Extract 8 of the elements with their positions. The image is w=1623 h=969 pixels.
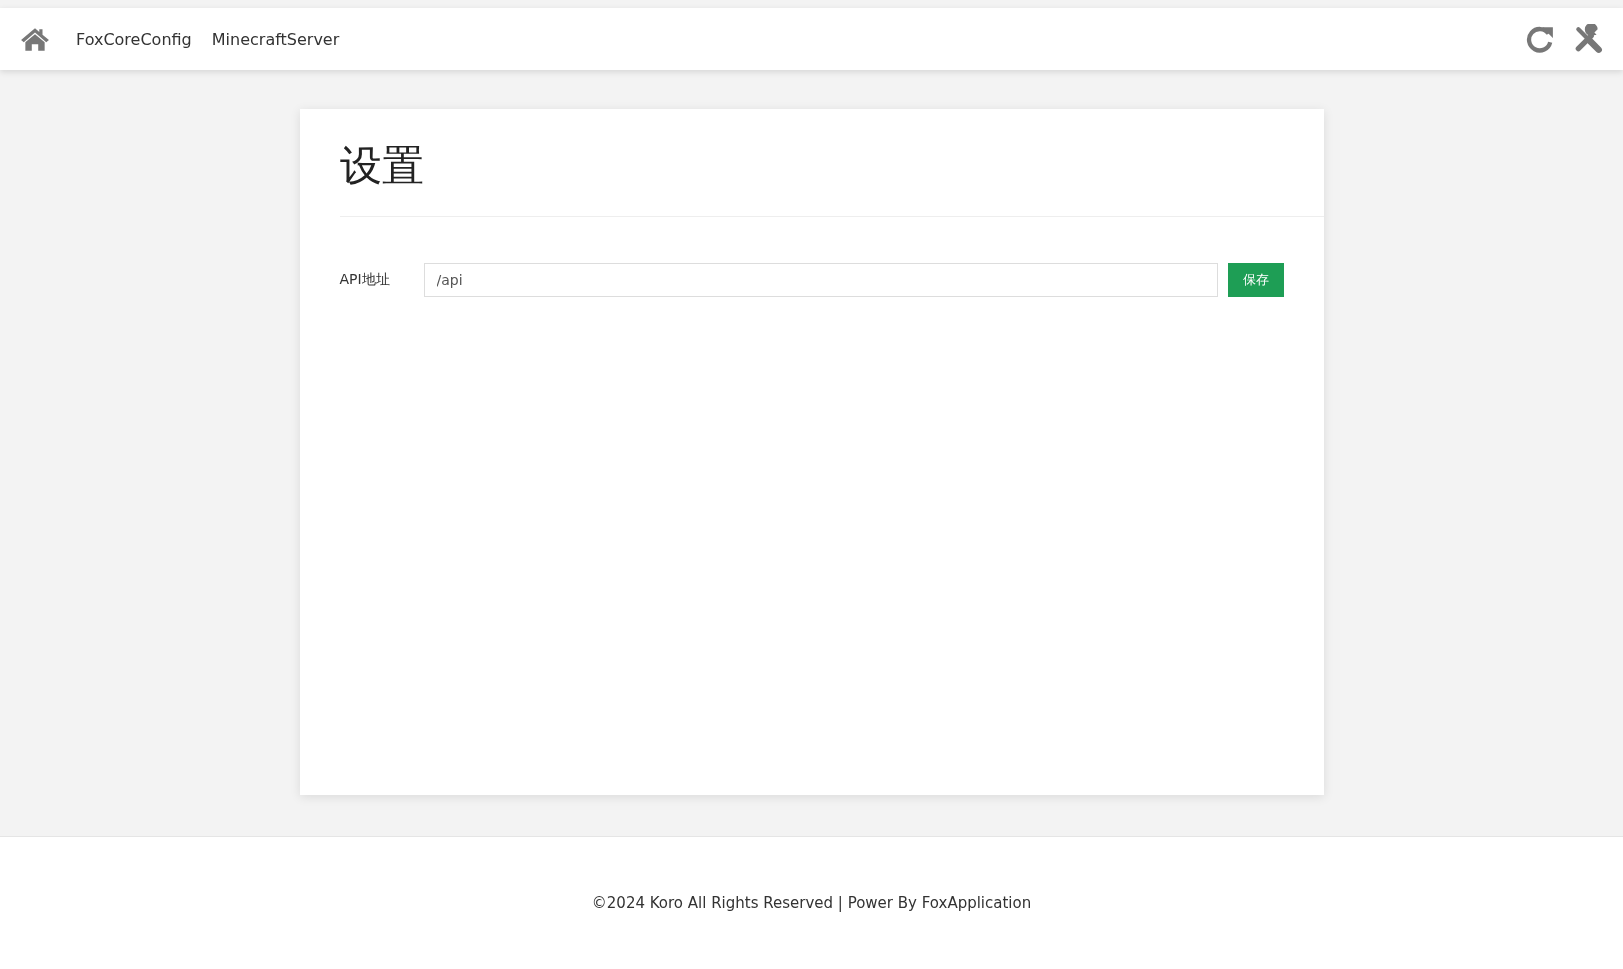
nav-link[interactable]: MinecraftServer — [211, 29, 340, 49]
copyright-text: ©2024 Koro All Rights Reserved | Power By FoxApplication — [591, 894, 1032, 912]
page-title: 设置 — [339, 140, 425, 192]
field-label: API地址 — [339, 270, 391, 289]
api-url-field[interactable]: /api — [423, 262, 1218, 297]
nav-link[interactable]: FoxCoreConfig — [76, 29, 192, 49]
home-icon[interactable] — [20, 26, 50, 52]
refresh-icon[interactable] — [1525, 24, 1555, 54]
